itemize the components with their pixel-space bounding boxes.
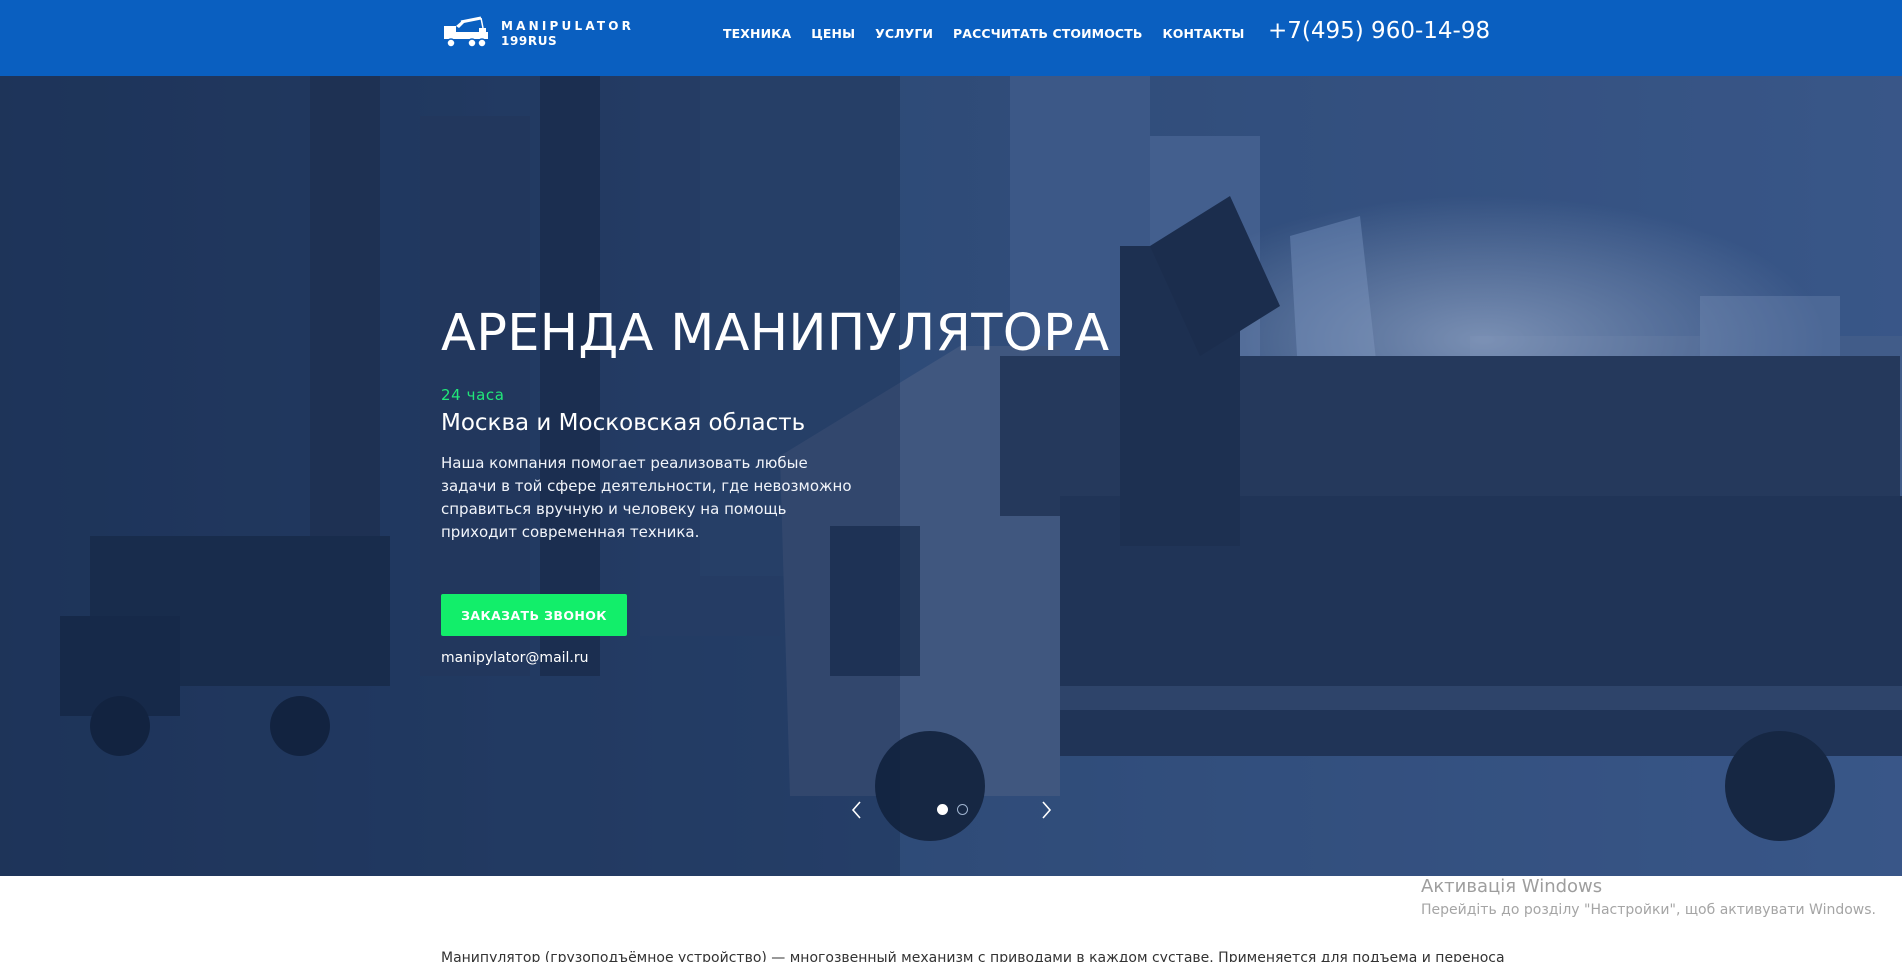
nav-item-tehnika[interactable]: ТЕХНИКА (723, 26, 791, 41)
contact-email[interactable]: manipylator@mail.ru (441, 650, 589, 666)
nav-item-contacts[interactable]: КОНТАКТЫ (1162, 26, 1244, 41)
slider-dot-1[interactable] (937, 804, 948, 815)
slider-pagination (937, 804, 968, 815)
hero-title: АРЕНДА МАНИПУЛЯТОРА (441, 304, 1110, 363)
windows-activation-watermark: Активація Windows Перейдіть до розділу "… (1421, 876, 1876, 918)
logo-brand-suffix: 199RUS (501, 33, 558, 48)
header-phone-number[interactable]: +7(495) 960-14-98 (1268, 18, 1490, 44)
crane-truck-icon (444, 16, 488, 48)
slider-prev-button[interactable] (847, 798, 867, 822)
watermark-subtitle: Перейдіть до розділу "Настройки", щоб ак… (1421, 902, 1876, 918)
hero-availability-tag: 24 часа (441, 386, 505, 404)
slider-next-button[interactable] (1036, 798, 1056, 822)
watermark-title: Активація Windows (1421, 876, 1603, 897)
hero-background-image (0, 76, 1902, 876)
hero-description: Наша компания помогает реализовать любые… (441, 454, 852, 541)
slider-dot-2[interactable] (957, 804, 968, 815)
chevron-right-icon (1042, 801, 1052, 819)
top-navigation-bar: MANIPULATOR 199RUS ТЕХНИКА ЦЕНЫ УСЛУГИ Р… (0, 0, 1902, 76)
nav-item-calculate-cost[interactable]: РАССЧИТАТЬ СТОИМОСТЬ (953, 26, 1142, 41)
intro-paragraph: Манипулятор (грузоподъёмное устройство) … (441, 950, 1505, 962)
site-logo[interactable]: MANIPULATOR 199RUS (441, 15, 651, 51)
nav-item-ceny[interactable]: ЦЕНЫ (811, 26, 855, 41)
hero-subtitle: Москва и Московская область (441, 410, 806, 436)
main-nav: ТЕХНИКА ЦЕНЫ УСЛУГИ РАССЧИТАТЬ СТОИМОСТЬ… (723, 26, 1244, 41)
order-call-button[interactable]: ЗАКАЗАТЬ ЗВОНОК (441, 594, 627, 636)
chevron-left-icon (851, 801, 861, 819)
nav-item-uslugi[interactable]: УСЛУГИ (875, 26, 933, 41)
hero-slider: АРЕНДА МАНИПУЛЯТОРА 24 часа Москва и Мос… (0, 76, 1902, 876)
logo-brand-name: MANIPULATOR (501, 18, 635, 33)
